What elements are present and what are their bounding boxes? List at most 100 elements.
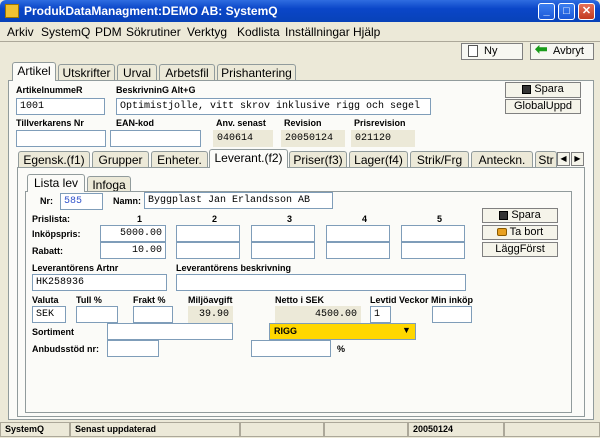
minimize-button[interactable]: _: [538, 3, 555, 20]
revision-label: Revision: [284, 118, 322, 128]
supplier-save-button[interactable]: Spara: [482, 208, 558, 223]
tab-utskrifter[interactable]: Utskrifter: [58, 64, 115, 80]
trash-icon: [496, 228, 507, 237]
sortiment-select-value: RIGG: [274, 326, 298, 336]
col-5-label: 5: [437, 214, 443, 224]
mininkop-field[interactable]: [432, 306, 472, 323]
rabatt-field-2[interactable]: [176, 242, 240, 259]
delete-label: Ta bort: [509, 226, 544, 238]
menu-verktyg[interactable]: Verktyg: [187, 25, 227, 39]
new-button[interactable]: Ny: [461, 43, 523, 60]
menu-systemq[interactable]: SystemQ: [41, 25, 90, 39]
laggforst-button[interactable]: LäggFörst: [482, 242, 558, 257]
title-bar: ProdukDataManagment:DEMO AB: SystemQ _ □…: [0, 0, 600, 22]
tillverkare-label: Tillverkarens Nr: [16, 118, 84, 128]
tab-scroll-right-button[interactable]: ▶: [571, 152, 584, 166]
menu-arkiv[interactable]: Arkiv: [7, 25, 34, 39]
netto-field: 4500.00: [275, 306, 361, 323]
tull-field[interactable]: [76, 306, 118, 323]
desc-field[interactable]: Optimistjolle, vitt skrov inklusive rigg…: [116, 98, 431, 115]
chevron-down-icon: ▼: [402, 325, 411, 335]
article-save-button[interactable]: Spara: [505, 82, 581, 98]
tab-anteckn[interactable]: Anteckn.: [471, 151, 533, 167]
namn-field[interactable]: Byggplast Jan Erlandsson AB: [144, 192, 333, 209]
tab-lista-lev[interactable]: Lista lev: [27, 174, 85, 192]
lev-beskr-label: Leverantörens beskrivning: [176, 263, 292, 273]
revision-field: 20050124: [281, 130, 345, 147]
inkopspris-field-1[interactable]: 5000.00: [100, 225, 166, 242]
status-seg3: [240, 422, 324, 437]
rabatt-field-1[interactable]: 10.00: [100, 242, 166, 259]
anbud-pct-field[interactable]: [251, 340, 331, 357]
tab-priser[interactable]: Priser(f3): [289, 151, 347, 167]
supplier-save-label: Spara: [511, 209, 541, 221]
tab-infoga[interactable]: Infoga: [87, 176, 131, 192]
sortiment-select[interactable]: RIGG ▼: [269, 323, 416, 340]
miljo-field: 39.90: [188, 306, 233, 323]
new-document-icon: [468, 45, 478, 57]
cancel-button[interactable]: ⬅ Avbryt: [530, 41, 594, 60]
menu-kodlista[interactable]: Kodlista: [237, 25, 280, 39]
levtid-field[interactable]: 1: [370, 306, 391, 323]
valuta-label: Valuta: [32, 295, 59, 305]
inkopspris-label: Inköpspris:: [32, 229, 81, 239]
anbud-field[interactable]: [107, 340, 159, 357]
tab-arbetsfil[interactable]: Arbetsfil: [159, 64, 215, 80]
prisrev-label: Prisrevision: [354, 118, 406, 128]
lev-beskr-field[interactable]: [176, 274, 466, 291]
toolbar-divider: [0, 41, 600, 42]
tab-artikel[interactable]: Artikel: [12, 62, 56, 81]
anv-label: Anv. senast: [216, 118, 266, 128]
ean-field[interactable]: [110, 130, 201, 147]
frakt-label: Frakt %: [133, 295, 166, 305]
maximize-button[interactable]: □: [558, 3, 575, 20]
tull-label: Tull %: [76, 295, 102, 305]
menu-hjalp[interactable]: Hjälp: [353, 25, 380, 39]
article-save-label: Spara: [534, 83, 564, 95]
sortiment-field[interactable]: [107, 323, 233, 340]
netto-label: Netto i SEK: [275, 295, 325, 305]
rabatt-field-3[interactable]: [251, 242, 315, 259]
tab-urval[interactable]: Urval: [117, 64, 157, 80]
tab-strikfrg[interactable]: Strik/Frg: [410, 151, 469, 167]
globaluppd-button[interactable]: GlobalUppd: [505, 99, 581, 114]
status-seg6: [504, 422, 600, 437]
tab-scroll-left-button[interactable]: ◀: [557, 152, 570, 166]
menu-sokrutiner[interactable]: Sökrutiner: [126, 25, 181, 39]
lev-artnr-field[interactable]: HK258936: [32, 274, 167, 291]
menu-pdm[interactable]: PDM: [95, 25, 122, 39]
anv-field: 040614: [213, 130, 273, 147]
tab-egensk[interactable]: Egensk.(f1): [18, 151, 90, 167]
tillverkare-field[interactable]: [16, 130, 106, 147]
tab-leverant[interactable]: Leverant.(f2): [209, 149, 288, 168]
tab-prishantering[interactable]: Prishantering: [217, 64, 296, 80]
tab-enheter[interactable]: Enheter.: [151, 151, 208, 167]
tab-lager[interactable]: Lager(f4): [349, 151, 408, 167]
back-arrow-icon: ⬅: [535, 41, 548, 58]
pct-label: %: [337, 344, 346, 354]
lev-artnr-label: Leverantörens Artnr: [32, 263, 119, 273]
frakt-field[interactable]: [133, 306, 173, 323]
inkopspris-field-2[interactable]: [176, 225, 240, 242]
mininkop-label: Min inköp: [431, 295, 473, 305]
new-button-label: Ny: [484, 45, 498, 57]
app-icon: [5, 4, 19, 18]
tab-grupper[interactable]: Grupper: [92, 151, 149, 167]
status-app: SystemQ: [0, 422, 70, 437]
namn-label: Namn:: [113, 196, 142, 206]
menu-installningar[interactable]: Inställningar: [285, 25, 350, 39]
inkopspris-field-5[interactable]: [401, 225, 465, 242]
artnr-field[interactable]: 1001: [16, 98, 105, 115]
tab-str[interactable]: Str: [535, 151, 557, 167]
rabatt-field-4[interactable]: [326, 242, 390, 259]
levtid-label: Levtid Veckor: [370, 295, 429, 305]
delete-button[interactable]: Ta bort: [482, 225, 558, 240]
close-button[interactable]: ✕: [578, 3, 595, 20]
cancel-button-label: Avbryt: [553, 45, 584, 57]
inkopspris-field-3[interactable]: [251, 225, 315, 242]
nr-field[interactable]: 585: [60, 193, 103, 210]
col-3-label: 3: [287, 214, 293, 224]
inkopspris-field-4[interactable]: [326, 225, 390, 242]
valuta-field[interactable]: SEK: [32, 306, 66, 323]
rabatt-field-5[interactable]: [401, 242, 465, 259]
